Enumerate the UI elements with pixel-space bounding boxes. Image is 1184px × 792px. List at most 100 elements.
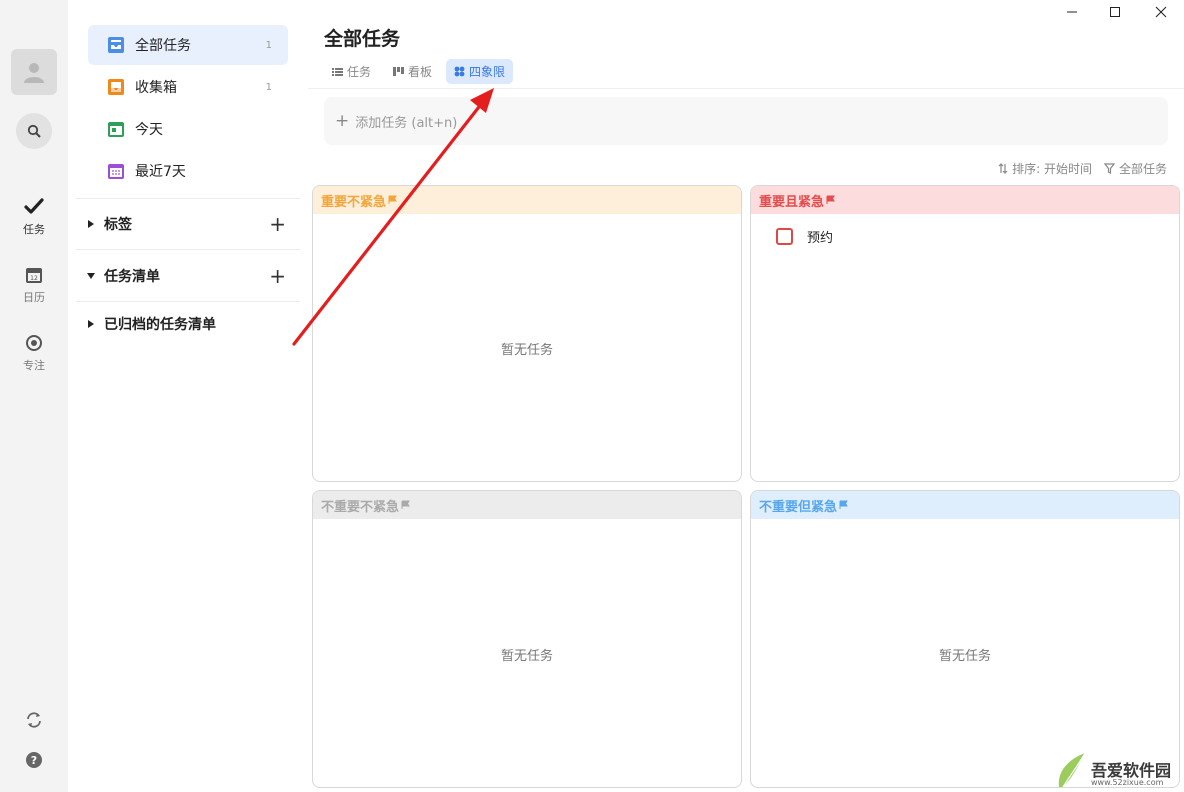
sidebar-group-label: 标签 [104,217,132,233]
quadrant-icon [454,66,465,77]
list-icon [332,67,343,76]
tab-label: 任务 [347,65,372,79]
caret-right-icon [88,220,94,228]
sort-filter-bar: 排序: 开始时间 全部任务 [998,160,1167,177]
tab-label: 四象限 [469,65,506,79]
watermark-url: www.52zixue.com [1091,778,1164,787]
rail-nav-label: 任务 [23,223,45,236]
plus-icon: + [335,111,350,131]
left-rail: 任务 12 日历 专注 ? [0,0,68,792]
filter-label: 全部任务 [1118,162,1167,176]
rail-nav-label: 专注 [23,359,45,372]
rail-nav-focus[interactable]: 专注 [0,332,68,373]
quadrant-important-urgent[interactable]: 重要且紧急 预约 [750,185,1180,482]
task-title: 预约 [807,231,834,246]
quadrant-title: 重要且紧急 [759,194,825,210]
task-checkbox[interactable] [776,228,793,245]
sidebar-item-count: 1 [265,39,272,51]
close-icon [1155,6,1167,18]
quadrant-not-important-not-urgent[interactable]: 不重要不紧急 暂无任务 [312,490,742,788]
watermark: 吾爱软件园 www.52zixue.com [1055,745,1181,791]
close-button[interactable] [1138,0,1184,24]
rail-nav-calendar[interactable]: 12 日历 [0,264,68,305]
sidebar-group-tags[interactable]: 标签 + [84,208,292,240]
filter-button[interactable]: 全部任务 [1103,160,1167,177]
watermark-logo-icon [1058,752,1086,788]
sidebar-item-today[interactable]: 今天 [88,109,288,149]
add-list-button[interactable]: + [269,266,286,286]
quadrant-title: 重要不紧急 [321,194,387,210]
flag-icon [839,500,848,509]
quadrant-important-not-urgent[interactable]: 重要不紧急 暂无任务 [312,185,742,482]
task-item[interactable]: 预约 [776,227,833,246]
check-icon [24,198,44,214]
search-icon [27,124,41,138]
empty-state: 暂无任务 [938,649,991,664]
caret-down-icon [87,273,95,279]
sidebar-item-inbox[interactable]: 收集箱 1 [88,67,288,107]
empty-state: 暂无任务 [500,343,553,358]
sidebar-item-label: 最近7天 [135,164,186,180]
today-icon [108,122,124,137]
flag-icon [401,500,410,509]
sidebar-item-next-7-days[interactable]: 最近7天 [88,151,288,191]
add-task-input[interactable]: + 添加任务 (alt+n) [324,97,1168,145]
maximize-button[interactable] [1092,0,1138,24]
quadrant-not-important-urgent[interactable]: 不重要但紧急 暂无任务 [750,490,1180,788]
sidebar: 全部任务 1 收集箱 1 今天 最近7天 标签 + 任务清单 + 已归档的任务清… [68,0,300,792]
add-tag-button[interactable]: + [269,214,286,234]
week-icon [108,164,124,179]
divider [76,198,300,199]
calendar-icon: 12 [26,268,42,283]
sort-label: 排序: 开始时间 [1012,162,1092,176]
divider [76,301,300,302]
add-task-placeholder: 添加任务 (alt+n) [355,115,458,131]
rail-nav-label: 日历 [23,291,45,304]
quadrant-header: 重要不紧急 [313,186,741,214]
inbox-all-icon [108,37,124,53]
sync-icon [27,712,41,728]
flag-icon [388,195,397,204]
sidebar-item-count: 1 [265,81,272,93]
quadrant-title: 不重要不紧急 [321,499,400,515]
maximize-icon [1110,7,1120,17]
tab-list[interactable]: 任务 [324,59,379,84]
tab-label: 看板 [408,65,433,79]
sidebar-item-label: 收集箱 [135,80,177,96]
tab-quadrant[interactable]: 四象限 [446,59,514,84]
kanban-icon [393,66,405,76]
sidebar-item-label: 今天 [135,122,163,138]
quadrant-title: 不重要但紧急 [759,499,838,515]
empty-state: 暂无任务 [500,649,553,664]
divider [76,249,300,250]
tab-kanban[interactable]: 看板 [385,59,440,84]
rail-nav-tasks[interactable]: 任务 [0,196,68,237]
user-icon [24,63,44,83]
quadrant-header: 不重要但紧急 [751,491,1179,519]
caret-right-icon [88,320,94,328]
sidebar-group-lists[interactable]: 任务清单 + [84,260,292,292]
minimize-icon [1067,11,1077,13]
sync-button[interactable] [24,710,44,730]
sidebar-group-label: 任务清单 [104,269,160,285]
calendar-badge: 12 [30,275,38,282]
filter-icon [1103,163,1115,174]
sort-icon [998,163,1008,174]
sidebar-group-archived-lists[interactable]: 已归档的任务清单 [84,308,292,340]
sidebar-item-all-tasks[interactable]: 全部任务 1 [88,25,288,65]
svg-text:?: ? [31,754,37,767]
avatar[interactable] [11,49,57,95]
quadrant-header: 不重要不紧急 [313,491,741,519]
flag-icon [826,195,835,204]
sort-button[interactable]: 排序: 开始时间 [998,160,1092,177]
page-title: 全部任务 [324,28,401,50]
minimize-button[interactable] [1049,0,1095,24]
sidebar-group-label: 已归档的任务清单 [104,317,216,333]
focus-icon [26,335,42,351]
help-icon: ? [26,752,42,768]
inbox-icon [108,79,124,95]
search-button[interactable] [16,113,52,149]
sidebar-item-label: 全部任务 [135,38,191,54]
help-button[interactable]: ? [24,750,44,770]
header-divider [308,88,1184,89]
